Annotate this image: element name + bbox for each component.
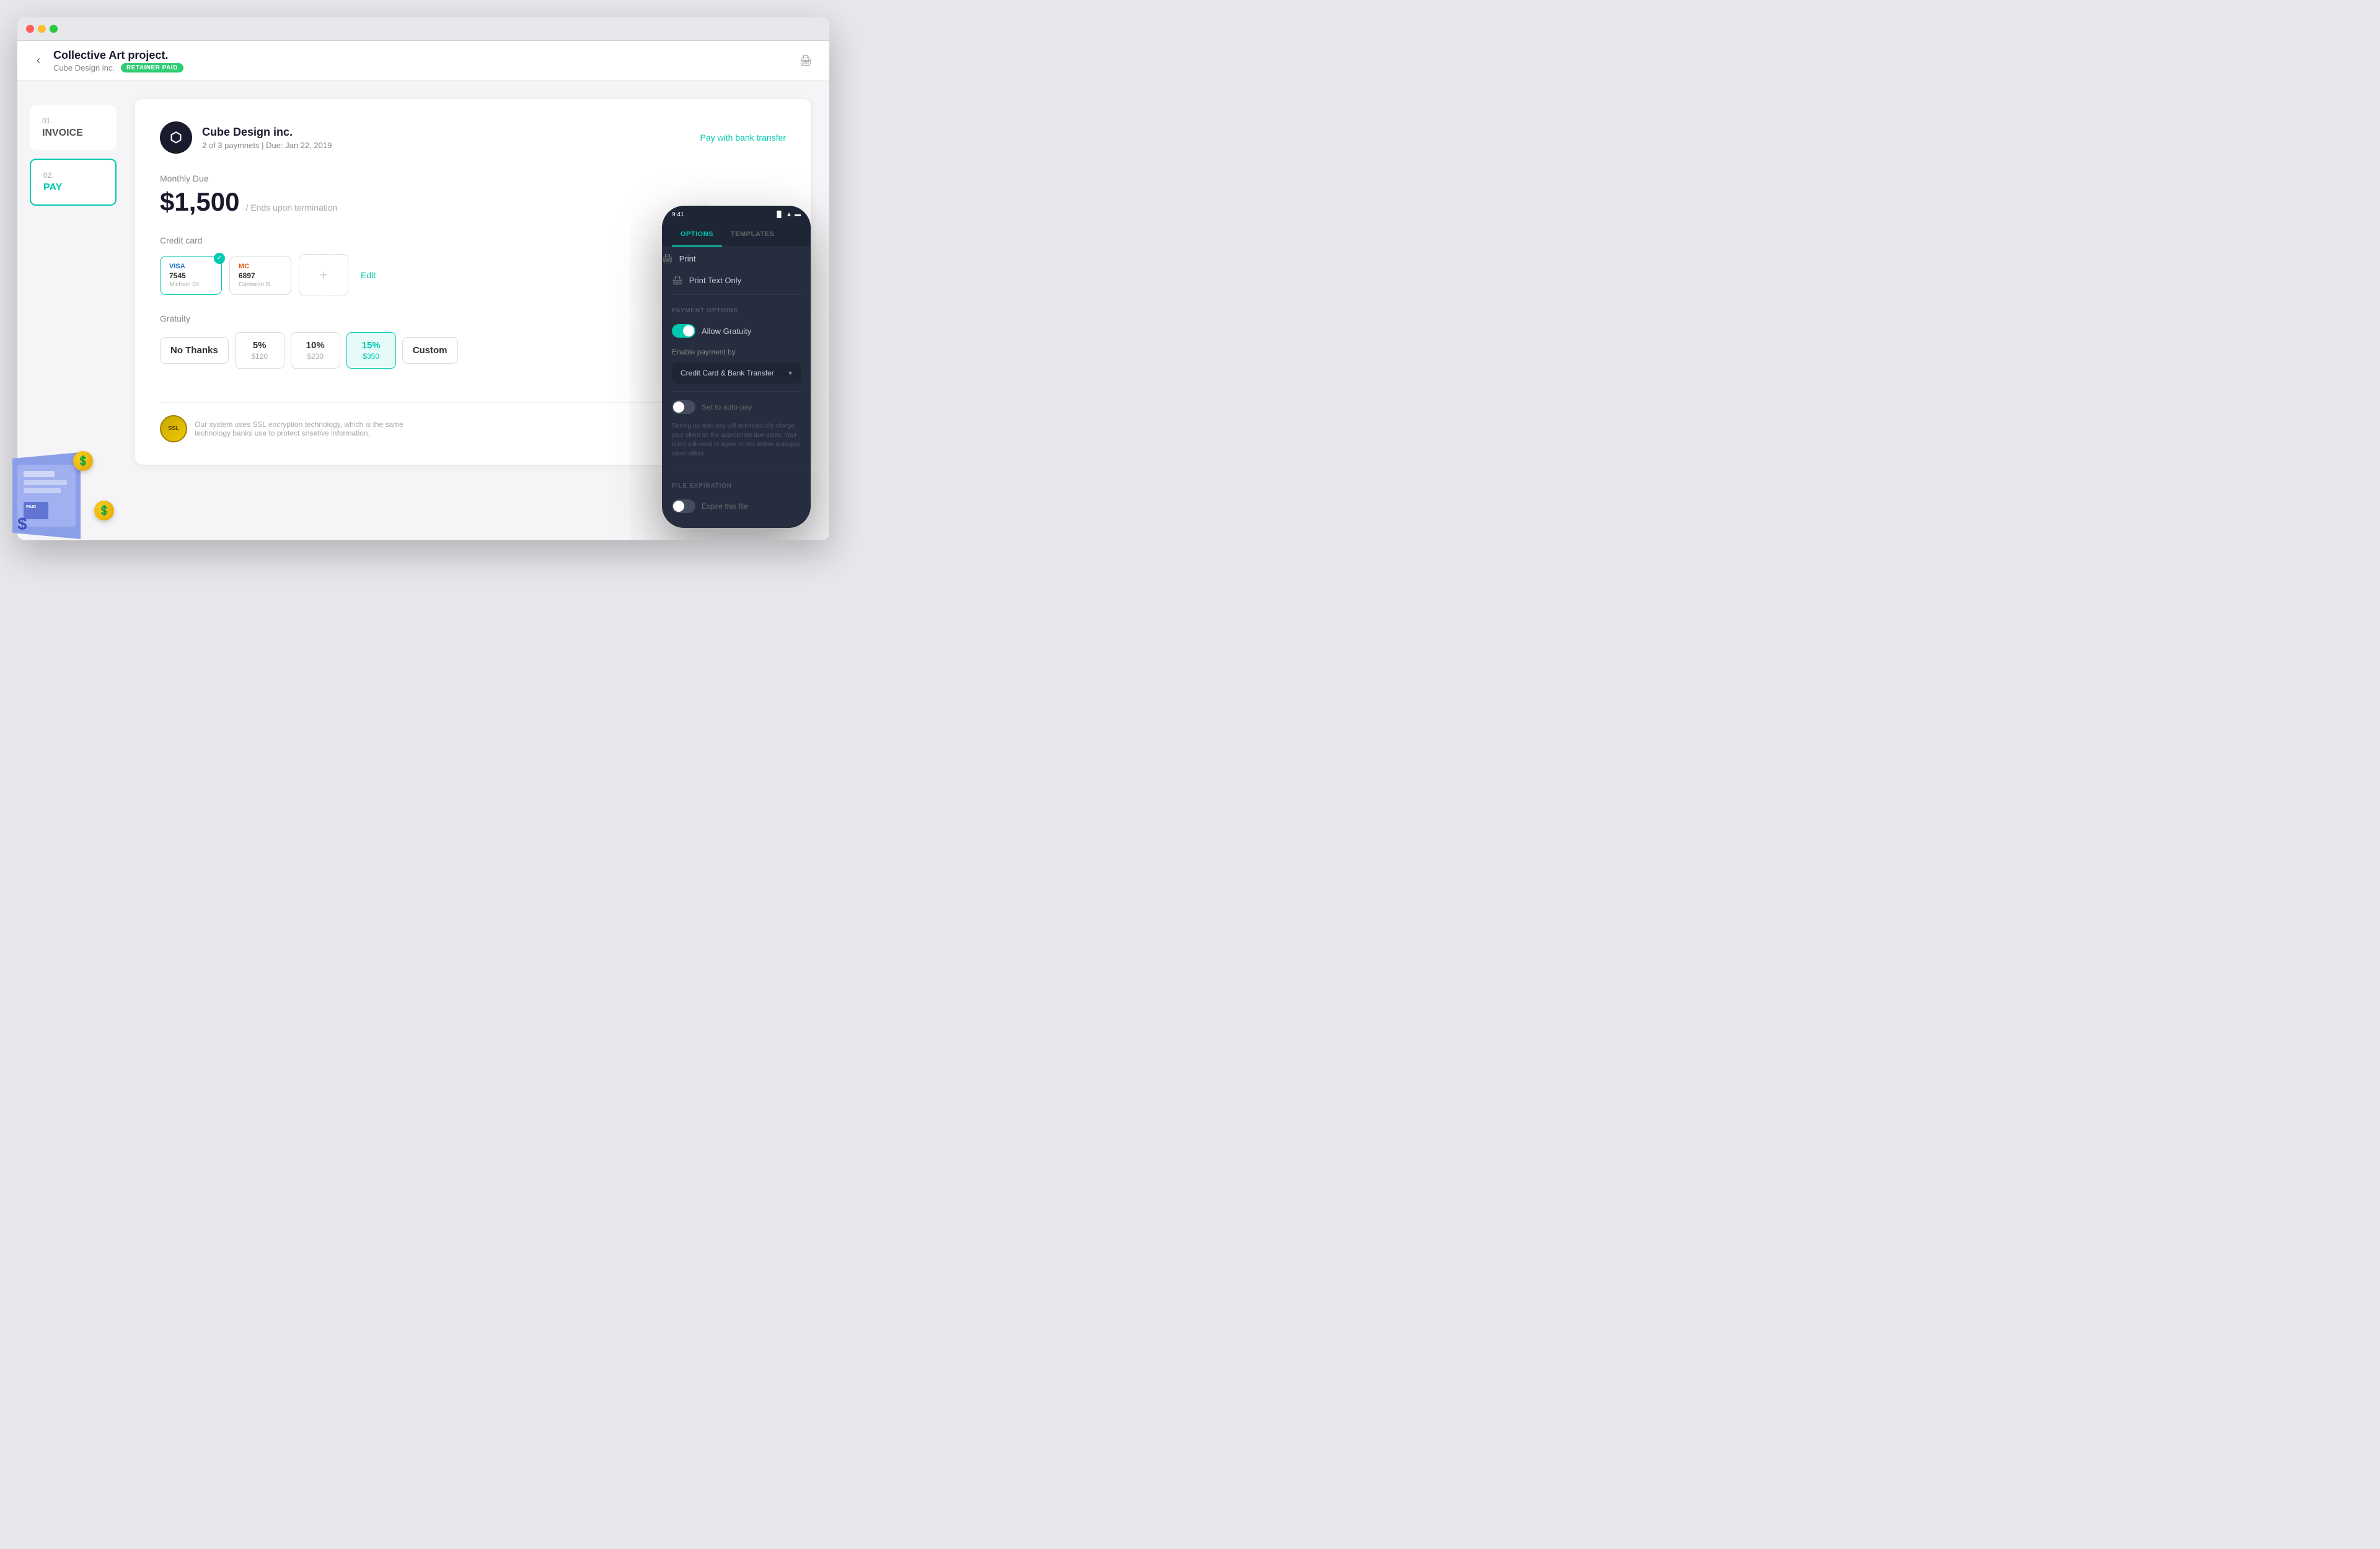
amount-desc: / Ends upon termination — [245, 203, 337, 213]
autopay-row[interactable]: Set to auto-pay — [662, 395, 811, 419]
card-last4-visa: 7545 — [169, 271, 213, 280]
add-card-button[interactable]: + — [299, 254, 348, 296]
bank-transfer-link[interactable]: Pay with bank transfer — [700, 133, 786, 143]
ssl-badge: SSL — [160, 415, 187, 442]
header-sub: Cube Design inc. RETAINER PAID — [53, 63, 795, 72]
app-header: ‹ Collective Art project. Cube Design in… — [17, 41, 829, 81]
gratuity-options: No Thanks 5% $120 10% $230 15% $350 — [160, 332, 458, 369]
gratuity-5pct[interactable]: 5% $120 — [235, 332, 284, 369]
gratuity-no-thanks-label: No Thanks — [170, 345, 218, 356]
decorative-receipt: PAID $ — [12, 452, 81, 539]
browser-window: ‹ Collective Art project. Cube Design in… — [17, 17, 829, 540]
card-mc[interactable]: MC 6897 Cameron B. — [229, 256, 291, 295]
print-text-only-option[interactable]: 🖨 Print Text Only — [662, 270, 811, 291]
gratuity-10pct-label: 10% — [301, 340, 330, 351]
battery-icon: ▬ — [795, 211, 801, 218]
company-name-header: Cube Design inc. — [53, 63, 115, 72]
edit-cards-link[interactable]: Edit — [361, 270, 376, 280]
card-last4-mc: 6897 — [239, 271, 282, 280]
project-title: Collective Art project. — [53, 49, 795, 62]
gratuity-custom[interactable]: Custom — [402, 337, 458, 364]
retainer-badge: RETAINER PAID — [121, 63, 183, 72]
phone-content: 🖨 Print 🖨 Print Text Only PAYMENT OPTION… — [662, 247, 811, 528]
gratuity-15pct-amount: $350 — [357, 352, 386, 361]
invoice-company-name: Cube Design inc. — [202, 126, 332, 139]
print-icon: 🖨 — [662, 253, 673, 264]
tab-templates[interactable]: TEMPLATES — [722, 223, 783, 247]
step-1-label: INVOICE — [42, 128, 104, 139]
card-name-mc: Cameron B. — [239, 281, 282, 288]
expire-label: Expire this file — [702, 502, 748, 511]
decorative-coin-2: 💲 — [94, 501, 114, 520]
card-brand-visa: VISA — [169, 263, 213, 270]
payment-type-dropdown[interactable]: Credit Card & Bank Transfer ▾ — [672, 362, 801, 384]
signal-icon: ▐▌ — [775, 211, 783, 218]
gratuity-15pct[interactable]: 15% $350 — [346, 332, 396, 369]
file-expiration-title: FILE EXPIRATION — [662, 474, 811, 494]
gratuity-5pct-label: 5% — [245, 340, 274, 351]
enable-payment-label: Enable payment by — [662, 343, 811, 360]
coin-icon-2: 💲 — [94, 501, 114, 520]
phone-notch: 9:41 ▐▌ ▲ ▬ — [662, 206, 811, 223]
autopay-toggle[interactable] — [672, 400, 695, 414]
expire-toggle[interactable] — [672, 499, 695, 513]
print-text-icon: 🖨 — [672, 275, 683, 286]
ssl-left: SSL Our system uses SSL encryption techn… — [160, 415, 430, 442]
gratuity-custom-label: Custom — [413, 345, 447, 356]
tab-options[interactable]: OPTIONS — [672, 223, 722, 247]
payment-dropdown-value: Credit Card & Bank Transfer — [681, 369, 774, 377]
allow-gratuity-toggle[interactable] — [672, 324, 695, 338]
invoice-meta: 2 of 3 paymnets | Due: Jan 22, 2019 — [202, 141, 332, 150]
phone-status-icons: ▐▌ ▲ ▬ — [775, 211, 801, 218]
divider-1 — [672, 294, 801, 295]
print-label: Print — [679, 254, 696, 263]
phone-time: 9:41 — [672, 211, 684, 218]
step-invoice[interactable]: 01. INVOICE — [30, 105, 117, 150]
gratuity-10pct[interactable]: 10% $230 — [291, 332, 340, 369]
traffic-light-green[interactable] — [50, 25, 58, 33]
gratuity-5pct-amount: $120 — [245, 352, 274, 361]
coin-icon-1: 💲 — [73, 451, 93, 471]
svg-text:$: $ — [17, 514, 27, 533]
autopay-label: Set to auto-pay — [702, 403, 752, 411]
card-brand-mc: MC — [239, 263, 282, 270]
gratuity-15pct-label: 15% — [357, 340, 386, 351]
card-name-visa: Michael Gr. — [169, 281, 213, 288]
step-2-label: PAY — [43, 182, 103, 193]
traffic-light-yellow[interactable] — [38, 25, 46, 33]
card-visa[interactable]: ✓ VISA 7545 Michael Gr. — [160, 256, 222, 295]
company-avatar: ⬡ — [160, 121, 192, 154]
step-pay[interactable]: 02. PAY — [30, 159, 117, 206]
autopay-description: Setting up auto-pay will automatically c… — [662, 419, 811, 466]
browser-titlebar — [17, 17, 829, 41]
payment-options-title: PAYMENT OPTIONS — [662, 299, 811, 319]
traffic-lights — [26, 25, 58, 33]
gratuity-no-thanks[interactable]: No Thanks — [160, 337, 229, 364]
allow-gratuity-row[interactable]: Allow Gratuity — [662, 319, 811, 343]
step-1-number: 01. — [42, 116, 104, 125]
svg-text:PAID: PAID — [26, 505, 36, 509]
amount-value: $1,500 — [160, 187, 239, 217]
decorative-coin-1: 💲 — [73, 451, 93, 471]
gratuity-10pct-amount: $230 — [301, 352, 330, 361]
invoice-company-info: Cube Design inc. 2 of 3 paymnets | Due: … — [202, 126, 332, 150]
invoice-header-row: ⬡ Cube Design inc. 2 of 3 paymnets | Due… — [160, 121, 786, 154]
print-text-only-label: Print Text Only — [689, 276, 741, 285]
phone-tabs: OPTIONS TEMPLATES — [662, 223, 811, 247]
print-option[interactable]: 🖨 Print — [662, 247, 811, 270]
expire-row[interactable]: Expire this file — [662, 494, 811, 518]
back-button[interactable]: ‹ — [30, 52, 47, 69]
step-2-number: 02. — [43, 171, 103, 180]
header-title-area: Collective Art project. Cube Design inc.… — [53, 49, 795, 72]
allow-gratuity-label: Allow Gratuity — [702, 327, 751, 336]
card-selected-check: ✓ — [214, 253, 225, 264]
traffic-light-red[interactable] — [26, 25, 34, 33]
monthly-due-label: Monthly Due — [160, 173, 786, 183]
divider-2 — [672, 391, 801, 392]
phone-mockup: 9:41 ▐▌ ▲ ▬ OPTIONS TEMPLATES 🖨 Print 🖨 … — [662, 206, 811, 528]
ssl-text: Our system uses SSL encryption technolog… — [195, 420, 430, 437]
print-button-header[interactable]: 🖨 — [795, 50, 817, 72]
wifi-icon: ▲ — [786, 211, 792, 218]
chevron-down-icon: ▾ — [788, 369, 792, 377]
